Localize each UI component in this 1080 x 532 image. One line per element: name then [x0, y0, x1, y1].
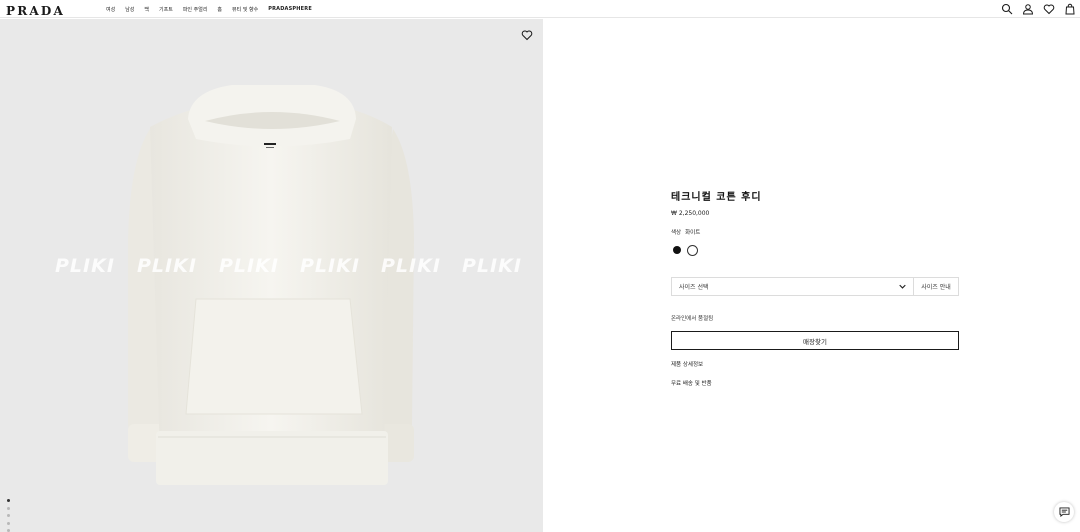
shopping-bag-icon[interactable] — [1064, 3, 1076, 15]
size-guide-button[interactable]: 사이즈 안내 — [913, 277, 959, 296]
product-price: ₩ 2,250,000 — [671, 210, 710, 217]
color-swatches — [671, 244, 959, 256]
watermark-text: PLIKI — [381, 255, 441, 277]
nav-item-women[interactable]: 여성 — [106, 6, 115, 13]
color-value: 화이트 — [685, 230, 701, 236]
account-icon[interactable] — [1022, 3, 1034, 15]
gallery-dot[interactable] — [7, 514, 10, 517]
color-row: 색상 화이트 — [671, 228, 959, 236]
shipping-returns-link[interactable]: 무료 배송 및 반품 — [671, 379, 959, 387]
search-icon[interactable] — [1001, 3, 1013, 15]
main-nav: 여성 남성 백 기프트 파인 주얼리 홈 뷰티 및 향수 PRADASPHERE — [106, 0, 322, 18]
product-info: 테크니컬 코튼 후디 ₩ 2,250,000 색상 화이트 사이즈 선택 사이즈 … — [671, 188, 959, 387]
availability-text: 온라인에서 품절됨 — [671, 316, 714, 322]
watermark-text: PLIKI — [462, 255, 522, 277]
wishlist-icon[interactable] — [1043, 3, 1055, 15]
watermark-text: PLIKI — [219, 255, 279, 277]
product-gallery[interactable]: PLIKI PLIKI PLIKI PLIKI PLIKI PLIKI — [0, 19, 543, 532]
prada-logo[interactable]: PRADA — [6, 4, 65, 18]
watermark-text: PLIKI — [55, 255, 115, 277]
swatch-white[interactable] — [687, 244, 698, 256]
gallery-dot[interactable] — [7, 521, 10, 525]
watermark-text: PLIKI — [300, 255, 360, 277]
heart-icon[interactable] — [521, 29, 533, 41]
size-row: 사이즈 선택 사이즈 안내 — [671, 277, 959, 296]
chat-icon — [1059, 507, 1069, 517]
swatch-black[interactable] — [673, 246, 681, 254]
nav-item-beauty[interactable]: 뷰티 및 향수 — [232, 6, 258, 13]
size-select-label: 사이즈 선택 — [679, 284, 709, 291]
header-actions — [1001, 3, 1076, 15]
gallery-dot[interactable] — [7, 506, 10, 510]
nav-item-bags[interactable]: 백 — [144, 6, 149, 13]
watermark-text: PLIKI — [137, 255, 197, 277]
find-store-button[interactable]: 매장찾기 — [671, 331, 959, 350]
chevron-down-icon — [899, 284, 906, 289]
nav-item-home[interactable]: 홈 — [217, 6, 222, 13]
nav-item-men[interactable]: 남성 — [125, 6, 134, 13]
gallery-dot[interactable] — [7, 499, 10, 502]
color-label: 색상 — [671, 230, 682, 236]
product-details-link[interactable]: 제품 상세정보 — [671, 360, 959, 368]
gallery-pagination — [7, 499, 10, 532]
site-header: PRADA 여성 남성 백 기프트 파인 주얼리 홈 뷰티 및 향수 PRADA… — [0, 0, 1080, 18]
size-select[interactable]: 사이즈 선택 — [671, 277, 913, 296]
nav-item-pradasphere[interactable]: PRADASPHERE — [268, 6, 312, 12]
nav-item-gifts[interactable]: 기프트 — [159, 6, 173, 13]
nav-item-fine-jewelry[interactable]: 파인 주얼리 — [183, 6, 208, 13]
product-title: 테크니컬 코튼 후디 — [671, 192, 762, 203]
chat-button[interactable] — [1054, 502, 1074, 522]
